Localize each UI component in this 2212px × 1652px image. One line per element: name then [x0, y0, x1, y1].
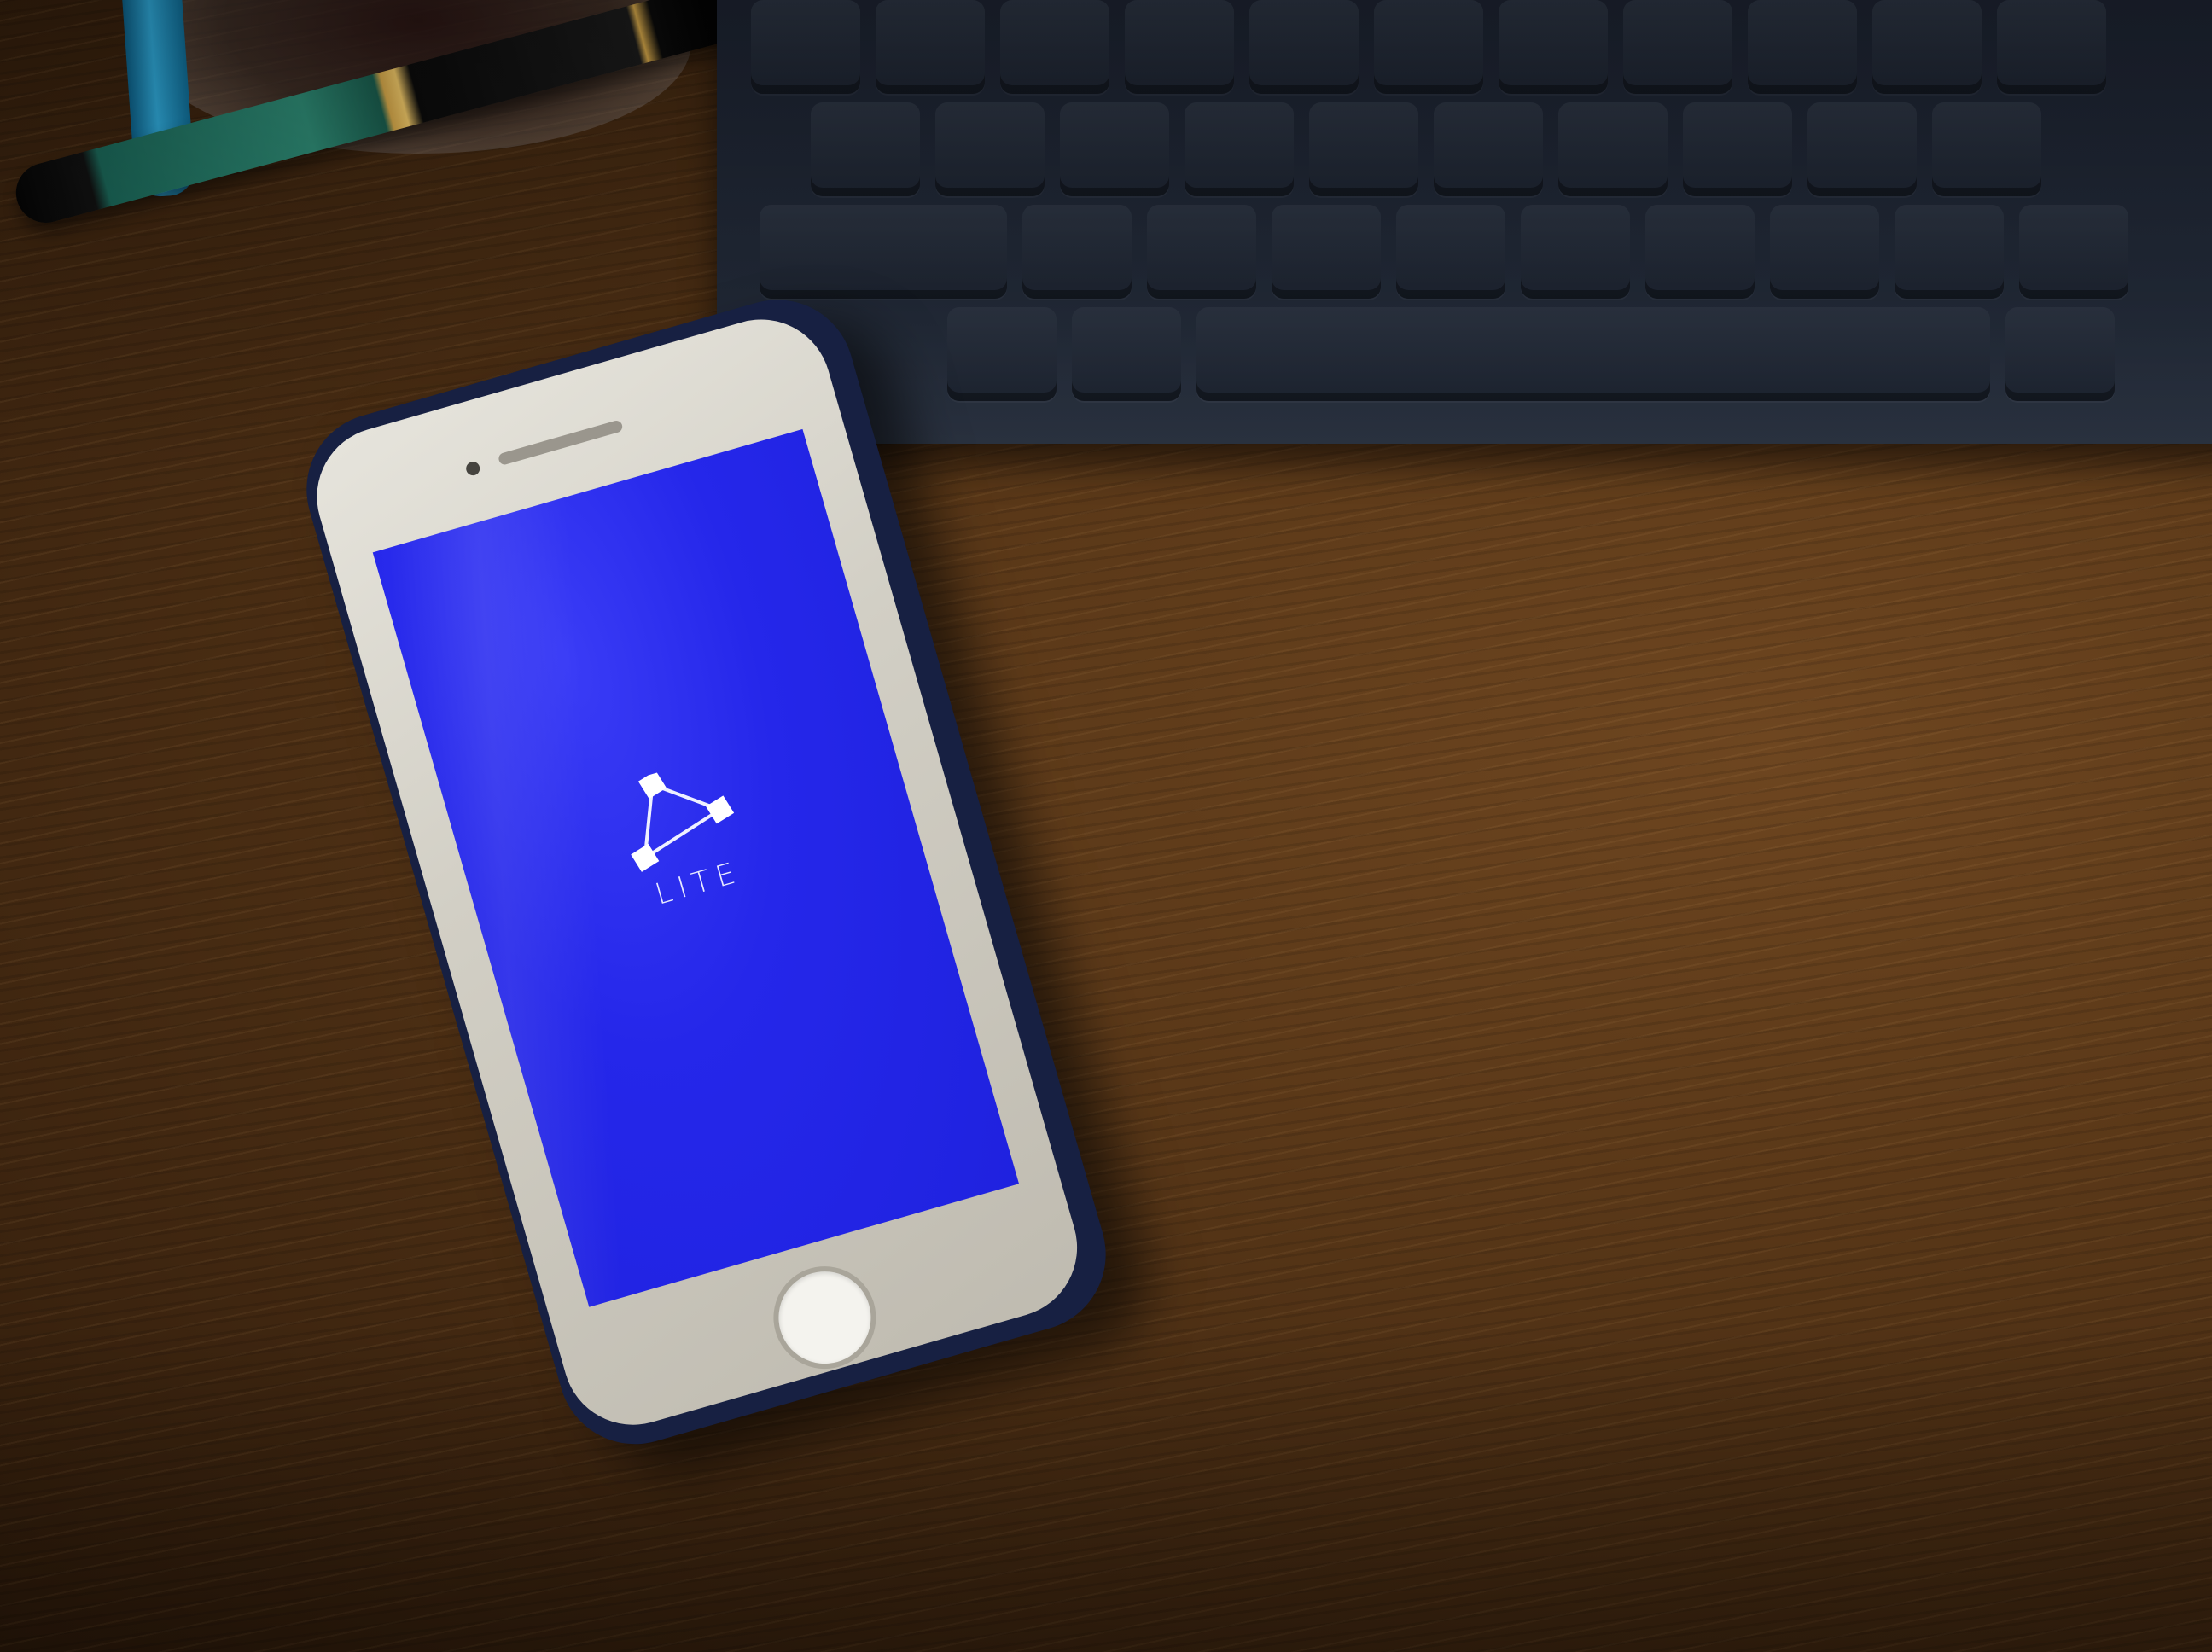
phone-screen[interactable]: LITE [372, 428, 1020, 1307]
phone: LITE [0, 0, 2212, 1652]
earpiece-speaker [497, 419, 624, 467]
app-logo: LITE [608, 753, 765, 934]
front-camera-icon [464, 460, 482, 478]
home-button-icon[interactable] [767, 1260, 882, 1375]
desk-scene: LITE [0, 0, 2212, 1652]
